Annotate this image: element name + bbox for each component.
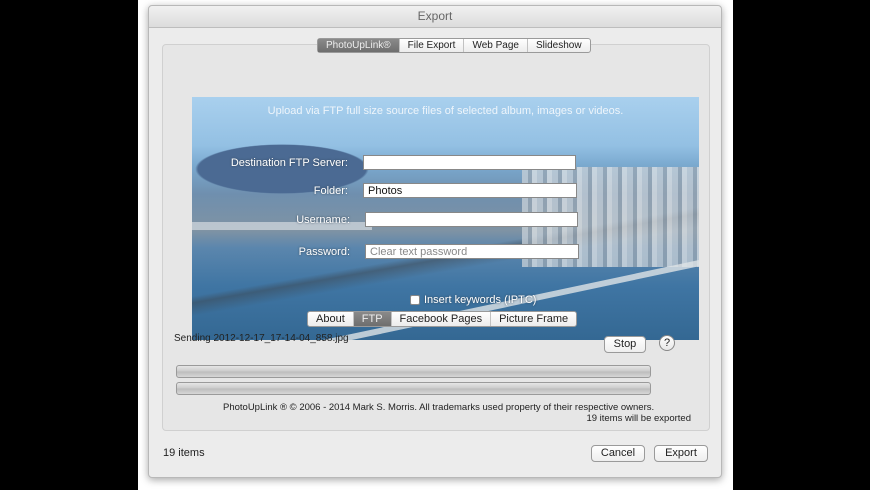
top-tabs: PhotoUpLink® File Export Web Page Slides… [317,38,591,53]
insert-keywords-label: Insert keywords (IPTC) [424,294,537,306]
checkbox-box[interactable] [410,295,420,305]
tab-file-export[interactable]: File Export [400,39,465,52]
folder-input[interactable] [363,183,577,198]
tab-photouplink[interactable]: PhotoUpLink® [318,39,400,52]
password-input[interactable] [365,244,579,259]
cancel-button[interactable]: Cancel [591,445,645,462]
progress-bar-total [176,382,651,395]
sending-status: Sending 2012-12-17_17-14-04_858.jpg [174,333,349,344]
panel-heading: Upload via FTP full size source files of… [267,105,624,117]
username-label: Username: [296,214,350,226]
panel-group: Upload via FTP full size source files of… [162,44,710,431]
window-title: Export [149,6,721,28]
tab-about[interactable]: About [308,312,354,326]
server-label: Destination FTP Server: [230,157,348,169]
server-input[interactable] [363,155,576,170]
password-label: Password: [298,246,350,258]
tab-picture-frame[interactable]: Picture Frame [491,312,576,326]
username-input[interactable] [365,212,578,227]
copyright-text: PhotoUpLink ® © 2006 - 2014 Mark S. Morr… [223,402,655,413]
stop-button[interactable]: Stop [604,336,646,353]
export-button[interactable]: Export [654,445,708,462]
folder-label: Folder: [313,185,348,197]
help-button[interactable]: ? [659,335,675,351]
items-count: 19 items [163,447,205,459]
tab-web-page[interactable]: Web Page [464,39,528,52]
sub-tabs: About FTP Facebook Pages Picture Frame [307,311,578,327]
ftp-panel: Upload via FTP full size source files of… [192,97,699,340]
tab-ftp[interactable]: FTP [353,312,392,326]
export-count: 19 items will be exported [586,413,691,424]
tab-slideshow[interactable]: Slideshow [528,39,590,52]
insert-keywords-checkbox[interactable]: Insert keywords (IPTC) [410,294,536,306]
tab-facebook-pages[interactable]: Facebook Pages [392,312,492,326]
export-dialog: Export Upload via FTP full size source f… [148,5,722,478]
progress-bar-file [176,365,651,378]
